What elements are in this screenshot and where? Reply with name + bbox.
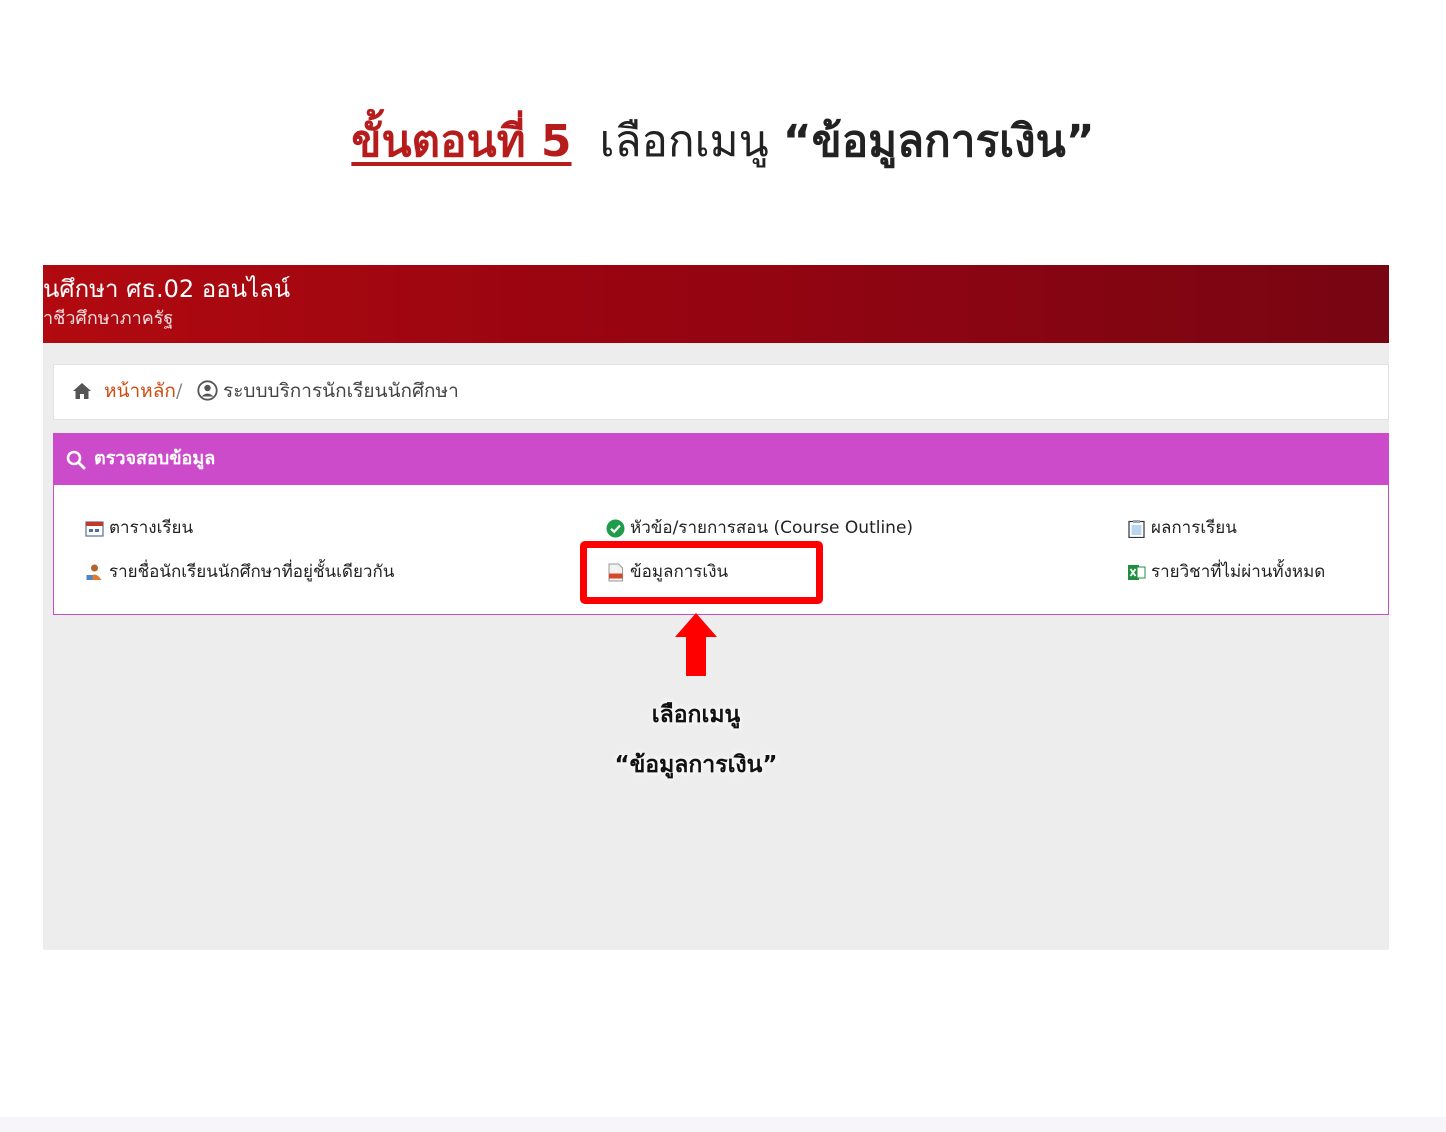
check-circle-icon [606, 519, 625, 538]
breadcrumb: หน้าหลัก / ระบบบริการนักเรียนนักศึกษา [53, 364, 1389, 420]
highlight-box [580, 541, 823, 604]
breadcrumb-home-link[interactable]: หน้าหลัก [104, 378, 176, 404]
menu-item-label: รายวิชาที่ไม่ผ่านทั้งหมด [1151, 562, 1326, 582]
menu-item-label: หัวข้อ/รายการสอน (Course Outline) [630, 518, 914, 538]
breadcrumb-separator: / [176, 380, 183, 402]
menu-item-label: ผลการเรียน [1151, 518, 1237, 538]
bottom-strip [0, 1117, 1446, 1132]
clipboard-icon [1128, 520, 1145, 538]
menu-item-label: รายชื่อนักเรียนนักศึกษาที่อยู่ชั้นเดียวก… [109, 562, 395, 582]
callout-line-1: เลือกเมนู [651, 702, 741, 728]
step-title: ขั้นตอนที่ 5 เลือกเมนู “ข้อมูลการเงิน” [0, 112, 1446, 172]
calendar-icon [85, 521, 104, 537]
banner-title: นศึกษา ศธ.02 ออนไลน์ [43, 275, 291, 303]
step-text: เลือกเมนู [599, 116, 769, 167]
panel-header: ตรวจสอบข้อมูล [54, 434, 1389, 485]
breadcrumb-current: ระบบบริการนักเรียนนักศึกษา [223, 380, 459, 402]
annotation-callout: เลือกเมนู “ข้อมูลการเงิน” [546, 690, 846, 790]
up-arrow-icon [675, 613, 717, 676]
app-screenshot: นศึกษา ศธ.02 ออนไลน์ าชีวศึกษาภาครัฐ หน้… [43, 265, 1389, 950]
search-icon [66, 450, 86, 470]
banner-subtitle: าชีวศึกษาภาครัฐ [43, 308, 174, 329]
step-label: ขั้นตอนที่ 5 [351, 116, 572, 167]
excel-icon [1128, 565, 1146, 580]
step-menu-name: “ข้อมูลการเงิน” [782, 116, 1095, 167]
home-icon [73, 383, 91, 399]
header-banner: นศึกษา ศธ.02 ออนไลน์ าชีวศึกษาภาครัฐ [43, 265, 1389, 343]
students-icon [86, 564, 102, 580]
user-circle-icon [197, 380, 218, 401]
menu-item-label: ตารางเรียน [109, 518, 194, 538]
panel-title: ตรวจสอบข้อมูล [94, 448, 216, 469]
callout-line-2: “ข้อมูลการเงิน” [614, 752, 778, 778]
